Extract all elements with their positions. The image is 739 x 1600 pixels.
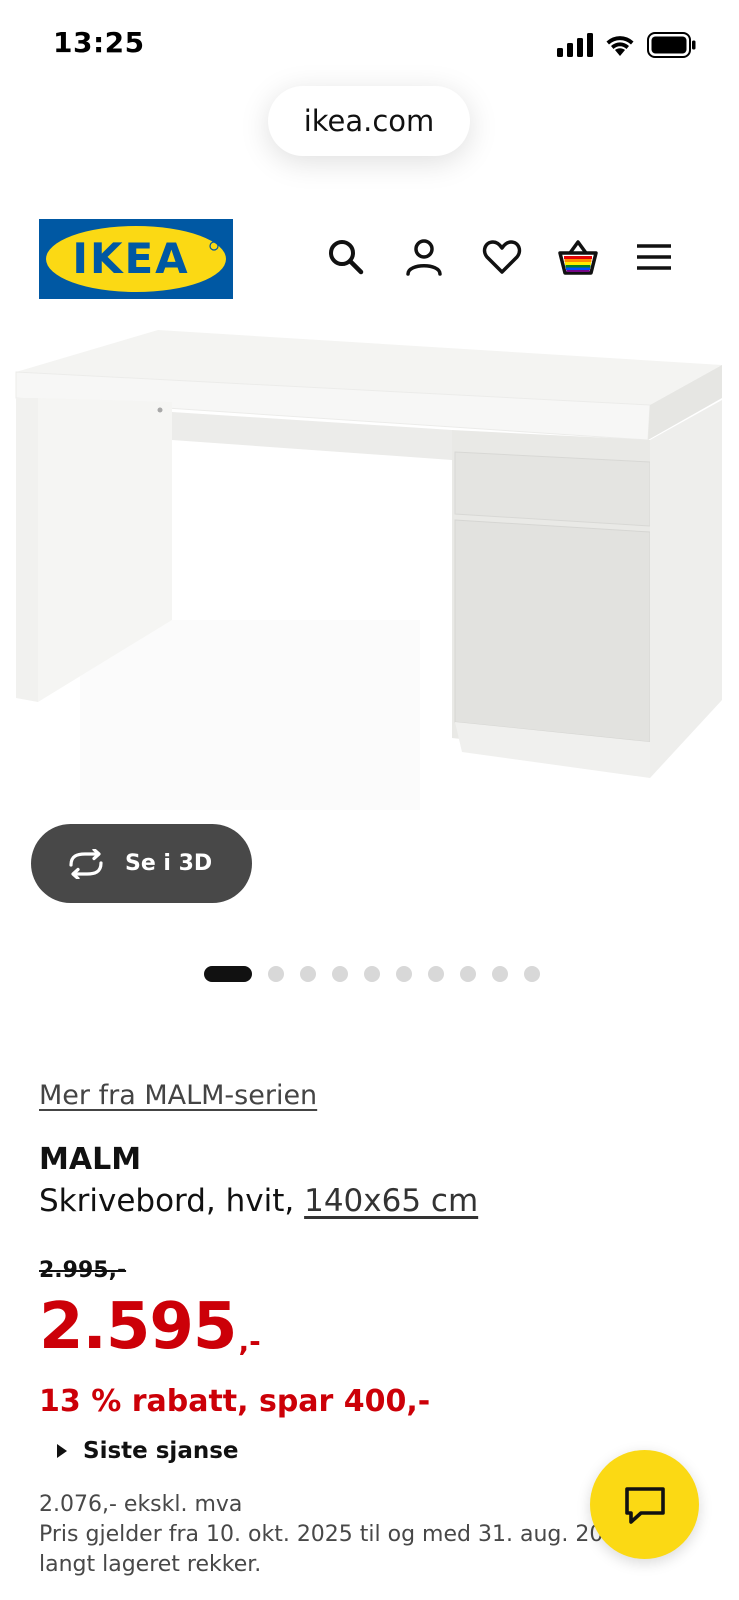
price-validity-line: Pris gjelder fra 10. okt. 2025 til og me… (39, 1522, 618, 1547)
svg-text:IKEA: IKEA (72, 234, 189, 283)
status-icons (557, 32, 697, 58)
signal-icon (557, 33, 593, 57)
heart-icon[interactable] (482, 237, 522, 277)
last-chance-toggle[interactable]: Siste sjanse (57, 1438, 239, 1464)
chat-icon (624, 1486, 665, 1524)
carousel-dot[interactable] (204, 966, 252, 982)
price-suffix: ,- (238, 1325, 261, 1359)
carousel-dot[interactable] (332, 966, 348, 982)
size-link[interactable]: 140x65 cm (304, 1183, 478, 1219)
carousel-dot[interactable] (396, 966, 412, 982)
wifi-icon (606, 36, 634, 56)
excl-vat-price: 2.076,- ekskl. mva (39, 1492, 243, 1517)
caret-right-icon (57, 1444, 67, 1458)
product-description: Skrivebord, hvit, 140x65 cm (39, 1183, 478, 1219)
ikea-logo[interactable]: IKEA (39, 219, 233, 299)
chat-button[interactable] (590, 1450, 699, 1559)
status-bar: 13:25 (0, 0, 739, 90)
rotate-3d-icon (69, 848, 103, 879)
basket-icon[interactable] (558, 237, 598, 277)
old-price: 2.995,- (39, 1258, 127, 1283)
view-3d-label: Se i 3D (125, 851, 213, 876)
price-validity-line: langt lageret rekker. (39, 1552, 262, 1577)
last-chance-label: Siste sjanse (83, 1438, 239, 1464)
current-price: 2.595 ,- (39, 1295, 261, 1359)
carousel-dot[interactable] (428, 966, 444, 982)
carousel-dot[interactable] (492, 966, 508, 982)
product-image-desk[interactable] (0, 320, 739, 840)
image-carousel-dots (204, 966, 540, 982)
series-link[interactable]: Mer fra MALM-serien (39, 1080, 317, 1111)
carousel-dot[interactable] (460, 966, 476, 982)
carousel-dot[interactable] (300, 966, 316, 982)
view-3d-button[interactable]: Se i 3D (31, 824, 252, 903)
carousel-dot[interactable] (524, 966, 540, 982)
search-icon[interactable] (326, 237, 366, 277)
menu-icon[interactable] (634, 237, 674, 277)
discount-text: 13 % rabatt, spar 400,- (39, 1384, 431, 1419)
battery-icon (647, 32, 696, 58)
status-time: 13:25 (53, 26, 145, 59)
site-header: IKEA (0, 214, 739, 300)
price-info: 2.076,- ekskl. mva Pris gjelder fra 10. … (39, 1490, 617, 1580)
account-icon[interactable] (404, 237, 444, 277)
product-name: MALM (39, 1142, 142, 1177)
price-main: 2.595 (39, 1290, 237, 1364)
url-bar[interactable]: ikea.com (268, 86, 470, 156)
carousel-dot[interactable] (364, 966, 380, 982)
url-text: ikea.com (303, 104, 435, 138)
product-description-text: Skrivebord, hvit, (39, 1183, 305, 1219)
carousel-dot[interactable] (268, 966, 284, 982)
